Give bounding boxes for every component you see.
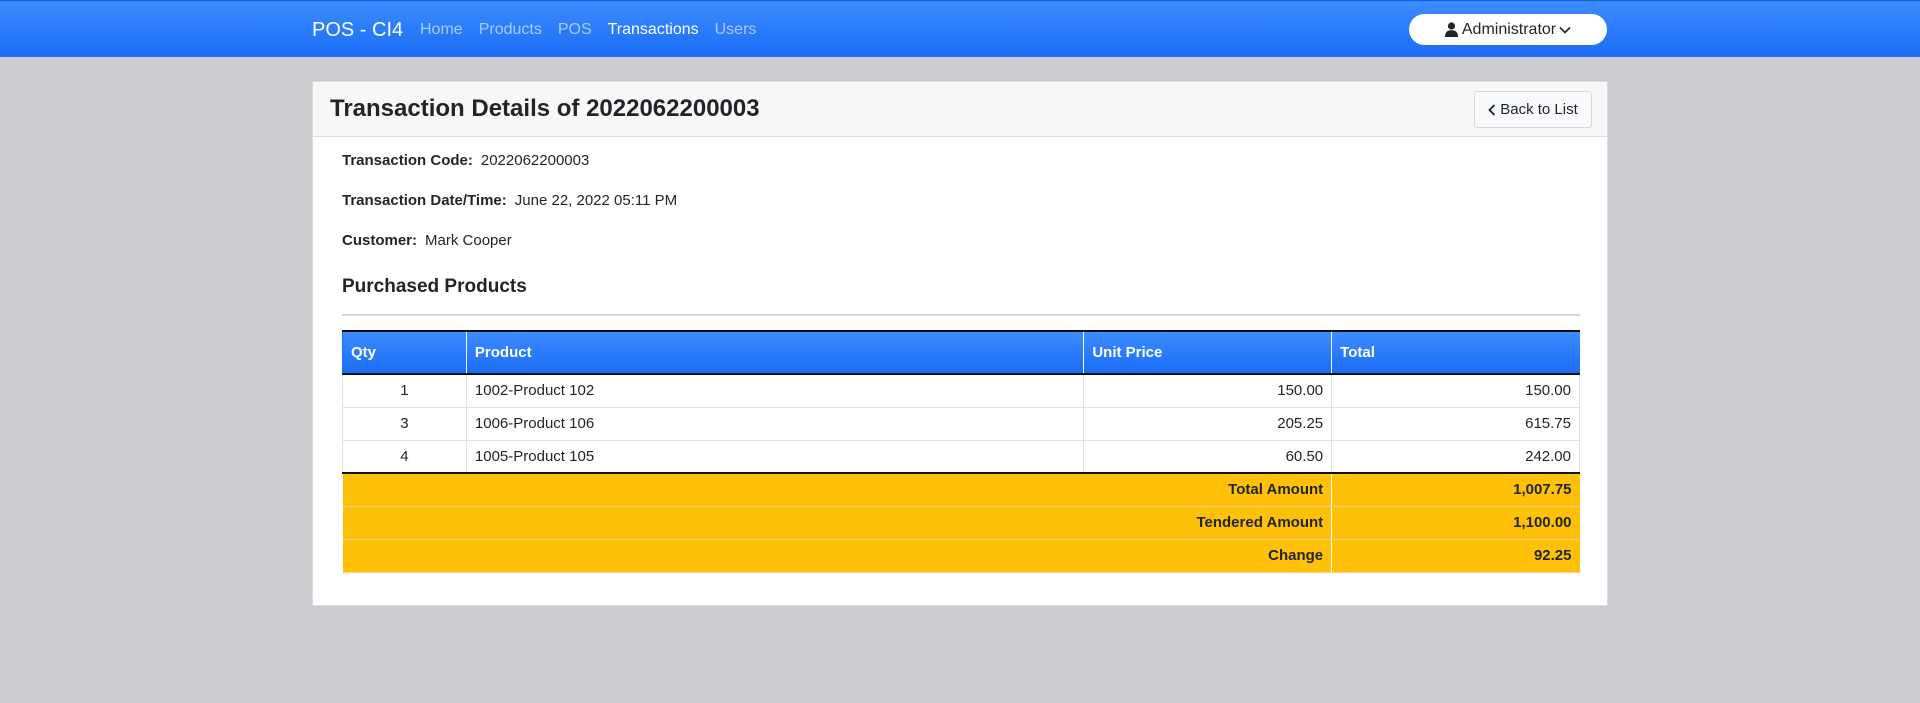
chevron-down-icon <box>1559 26 1571 34</box>
transaction-details-card: Transaction Details of 2022062200003 Bac… <box>312 81 1608 606</box>
top-navbar: POS - CI4 Home Products POS Transactions… <box>0 0 1920 57</box>
nav-link-users[interactable]: Users <box>715 20 757 40</box>
nav-link-transactions[interactable]: Transactions <box>608 20 699 40</box>
user-menu-label: Administrator <box>1461 20 1557 38</box>
brand-link[interactable]: POS - CI4 <box>312 18 403 42</box>
customer-label: Customer: <box>342 232 418 249</box>
cell-product: 1006-Product 106 <box>465 406 1085 441</box>
cell-qty: 1 <box>342 373 467 408</box>
transaction-datetime-label: Transaction Date/Time: <box>342 192 507 209</box>
transaction-code-row: Transaction Code: 2022062200003 <box>342 151 589 171</box>
chevron-left-icon <box>1488 103 1500 116</box>
table-header-row: Qty Product Unit Price Total <box>342 330 1580 375</box>
customer-row: Customer: Mark Cooper <box>342 231 512 251</box>
cell-unit-price: 205.25 <box>1083 406 1333 441</box>
column-header-qty: Qty <box>342 330 467 375</box>
tendered-amount-value: 1,100.00 <box>1331 506 1580 540</box>
tendered-amount-label: Tendered Amount <box>342 506 1333 540</box>
table-row: 3 1006-Product 106 205.25 615.75 <box>342 406 1580 441</box>
user-icon <box>1444 22 1458 37</box>
change-value: 92.25 <box>1331 539 1580 573</box>
cell-unit-price: 150.00 <box>1083 373 1333 408</box>
cell-unit-price: 60.50 <box>1083 439 1333 474</box>
cell-qty: 3 <box>342 406 467 441</box>
user-menu-button[interactable]: Administrator <box>1409 14 1607 45</box>
transaction-code-label: Transaction Code: <box>342 152 473 169</box>
cell-qty: 4 <box>342 439 467 474</box>
summary-row-total-amount: Total Amount 1,007.75 <box>342 473 1580 507</box>
purchased-products-title: Purchased Products <box>342 276 527 297</box>
cell-total: 150.00 <box>1331 373 1580 408</box>
back-to-list-label: Back to List <box>1500 101 1578 118</box>
table-row: 4 1005-Product 105 60.50 242.00 <box>342 439 1580 474</box>
cell-total: 242.00 <box>1331 439 1580 474</box>
column-header-unit-price: Unit Price <box>1083 330 1332 375</box>
total-amount-value: 1,007.75 <box>1331 473 1580 507</box>
cell-total: 615.75 <box>1331 406 1580 441</box>
card-header: Transaction Details of 2022062200003 Bac… <box>313 82 1607 137</box>
column-header-total: Total <box>1331 330 1580 375</box>
transaction-datetime-value: June 22, 2022 05:11 PM <box>514 192 678 209</box>
summary-row-change: Change 92.25 <box>342 539 1580 573</box>
summary-row-tendered-amount: Tendered Amount 1,100.00 <box>342 506 1580 540</box>
change-label: Change <box>342 539 1333 573</box>
section-divider <box>342 314 1580 316</box>
nav-links: Home Products POS Transactions Users <box>420 20 772 40</box>
table-row: 1 1002-Product 102 150.00 150.00 <box>342 373 1580 408</box>
transaction-code-value: 2022062200003 <box>480 152 590 169</box>
cell-product: 1002-Product 102 <box>465 373 1085 408</box>
back-to-list-button[interactable]: Back to List <box>1474 91 1592 128</box>
page-title: Transaction Details of 2022062200003 <box>330 95 760 122</box>
nav-link-home[interactable]: Home <box>420 20 463 40</box>
cell-product: 1005-Product 105 <box>465 439 1085 474</box>
column-header-product: Product <box>465 330 1084 375</box>
customer-value: Mark Cooper <box>425 232 512 249</box>
transaction-datetime-row: Transaction Date/Time: June 22, 2022 05:1… <box>342 191 677 211</box>
nav-link-products[interactable]: Products <box>479 20 542 40</box>
nav-link-pos[interactable]: POS <box>558 20 592 40</box>
purchased-products-table: Qty Product Unit Price Total 1 1002-Prod… <box>342 330 1580 573</box>
total-amount-label: Total Amount <box>342 473 1333 507</box>
